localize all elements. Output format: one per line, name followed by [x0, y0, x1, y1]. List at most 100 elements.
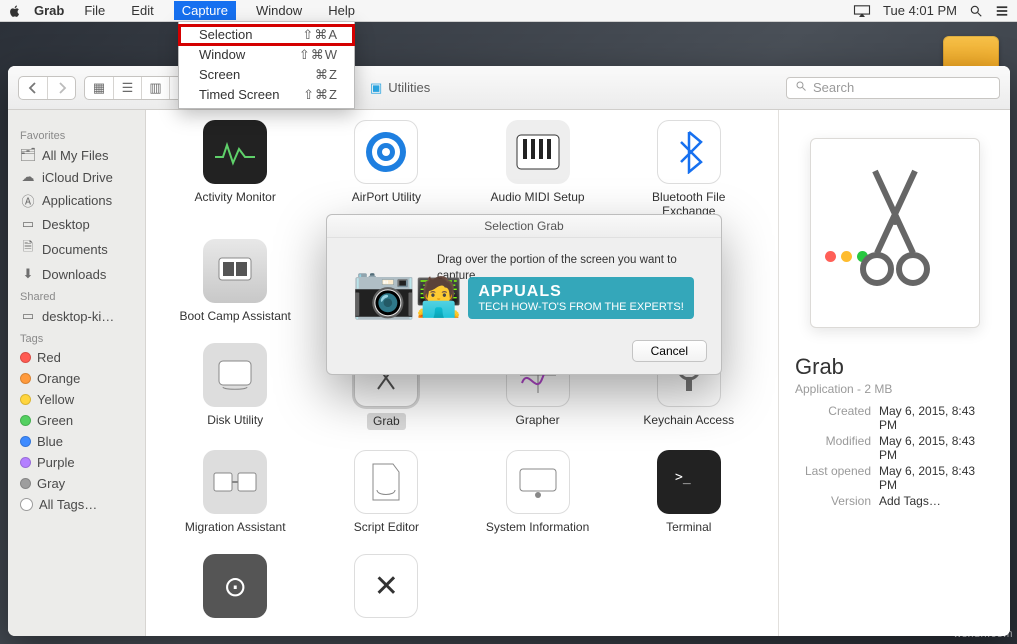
menu-edit[interactable]: Edit	[125, 1, 159, 20]
app-name[interactable]: Grab	[34, 3, 64, 18]
app-script-editor[interactable]: Script Editor	[316, 450, 456, 534]
tag-dot-icon	[20, 352, 31, 363]
sidebar-tag-purple[interactable]: Purple	[8, 452, 145, 473]
app-label: Terminal	[666, 520, 711, 534]
cloud-icon: ☁︎	[20, 169, 36, 185]
app-system-information[interactable]: System Information	[468, 450, 608, 534]
menu-item-timed-screen[interactable]: Timed Screen ⇧⌘Z	[179, 85, 354, 105]
sidebar-tag-green[interactable]: Green	[8, 410, 145, 431]
sidebar-item-label: desktop-ki…	[42, 309, 114, 324]
sidebar-item-icloud[interactable]: ☁︎iCloud Drive	[8, 166, 145, 188]
cancel-button[interactable]: Cancel	[632, 340, 707, 362]
notification-center-icon[interactable]	[995, 4, 1009, 18]
disk-utility-icon	[203, 343, 267, 407]
sidebar-item-documents[interactable]: 🗎Documents	[8, 235, 145, 263]
app-label: Activity Monitor	[195, 190, 276, 204]
window-title-text: Utilities	[388, 80, 430, 95]
app-label: Script Editor	[354, 520, 419, 534]
menu-item-label: Timed Screen	[199, 87, 279, 103]
app-label: Keychain Access	[643, 413, 734, 427]
view-list-button[interactable]: ☰	[113, 77, 141, 99]
info-preview-icon	[810, 138, 980, 328]
menu-clock[interactable]: Tue 4:01 PM	[883, 3, 957, 18]
app-label: AirPort Utility	[352, 190, 421, 204]
watermark-title: APPUALS	[478, 283, 683, 301]
sidebar-tag-blue[interactable]: Blue	[8, 431, 145, 452]
x11-icon: ✕	[354, 554, 418, 618]
info-key: Created	[793, 404, 871, 432]
sidebar-item-label: All My Files	[42, 148, 108, 163]
forward-button[interactable]	[47, 77, 75, 99]
sidebar-item-desktop[interactable]: ▭Desktop	[8, 213, 145, 235]
app-label: Migration Assistant	[185, 520, 286, 534]
computer-icon: ▭	[20, 308, 36, 324]
menu-item-shortcut: ⇧⌘A	[302, 27, 338, 43]
app-disk-utility[interactable]: Disk Utility	[165, 343, 305, 429]
sidebar-tag-yellow[interactable]: Yellow	[8, 389, 145, 410]
mascot-icon: 🧑‍💻	[415, 276, 462, 320]
menu-item-shortcut: ⌘Z	[315, 67, 338, 83]
search-placeholder: Search	[813, 80, 854, 95]
app-boot-camp[interactable]: Boot Camp Assistant	[165, 239, 305, 323]
applications-icon: Ⓐ	[20, 191, 36, 210]
app-voiceover[interactable]: ⊙	[165, 554, 305, 618]
info-key: Modified	[793, 434, 871, 462]
menu-item-selection[interactable]: Selection ⇧⌘A	[179, 25, 354, 45]
app-audio-midi[interactable]: Audio MIDI Setup	[468, 120, 608, 219]
search-field[interactable]: Search	[786, 77, 1000, 99]
tag-dot-icon	[20, 457, 31, 468]
back-button[interactable]	[19, 77, 47, 99]
sidebar-item-label: Gray	[37, 476, 65, 491]
airplay-icon[interactable]	[853, 4, 871, 18]
sidebar-item-downloads[interactable]: ⬇︎Downloads	[8, 263, 145, 285]
sidebar-all-tags[interactable]: All Tags…	[8, 494, 145, 515]
app-migration[interactable]: Migration Assistant	[165, 450, 305, 534]
menu-item-label: Screen	[199, 67, 240, 83]
documents-icon: 🗎	[20, 238, 36, 260]
spotlight-icon[interactable]	[969, 4, 983, 18]
menu-item-shortcut: ⇧⌘W	[299, 47, 338, 63]
menu-help[interactable]: Help	[322, 1, 361, 20]
add-tags-link[interactable]: Add Tags…	[879, 494, 996, 508]
menu-item-window[interactable]: Window ⇧⌘W	[179, 45, 354, 65]
app-activity-monitor[interactable]: Activity Monitor	[165, 120, 305, 219]
nav-back-forward	[18, 76, 76, 100]
info-value: May 6, 2015, 8:43 PM	[879, 434, 996, 462]
view-columns-button[interactable]: ▥	[141, 77, 169, 99]
menu-capture[interactable]: Capture	[174, 1, 236, 20]
menu-item-shortcut: ⇧⌘Z	[303, 87, 338, 103]
menu-item-screen[interactable]: Screen ⌘Z	[179, 65, 354, 85]
app-x11[interactable]: ✕	[316, 554, 456, 618]
search-icon	[795, 80, 807, 95]
sidebar-tag-red[interactable]: Red	[8, 347, 145, 368]
menu-file[interactable]: File	[78, 1, 111, 20]
view-icons-button[interactable]: ▦	[85, 77, 113, 99]
sidebar-item-shared-computer[interactable]: ▭ desktop-ki…	[8, 305, 145, 327]
app-label: System Information	[486, 520, 589, 534]
airport-utility-icon	[354, 120, 418, 184]
sidebar-tag-gray[interactable]: Gray	[8, 473, 145, 494]
sidebar-item-label: Yellow	[37, 392, 74, 407]
app-label: Disk Utility	[207, 413, 263, 427]
sidebar-item-label: Green	[37, 413, 73, 428]
tag-dot-icon	[20, 373, 31, 384]
scissors-icon	[811, 139, 979, 327]
menu-window[interactable]: Window	[250, 1, 308, 20]
selection-grab-dialog: Selection Grab 📷 Drag over the portion o…	[326, 214, 722, 375]
menu-bar: Grab File Edit Capture Window Help Tue 4…	[0, 0, 1017, 22]
folder-icon: ▣	[370, 80, 382, 96]
all-tags-icon	[20, 498, 33, 511]
sidebar-tag-orange[interactable]: Orange	[8, 368, 145, 389]
app-terminal[interactable]: >_ Terminal	[619, 450, 759, 534]
apple-logo-icon[interactable]	[8, 4, 22, 18]
downloads-icon: ⬇︎	[20, 266, 36, 282]
camera-icon: 📷	[345, 252, 423, 330]
app-bluetooth-file-exchange[interactable]: Bluetooth File Exchange	[619, 120, 759, 219]
window-title: ▣ Utilities	[370, 80, 430, 96]
app-airport-utility[interactable]: AirPort Utility	[316, 120, 456, 219]
sidebar-item-all-my-files[interactable]: 🗂All My Files	[8, 144, 145, 166]
sidebar-item-applications[interactable]: ⒶApplications	[8, 188, 145, 213]
activity-monitor-icon	[203, 120, 267, 184]
watermark-sub: TECH HOW-TO'S FROM THE EXPERTS!	[478, 301, 683, 313]
terminal-icon: >_	[657, 450, 721, 514]
